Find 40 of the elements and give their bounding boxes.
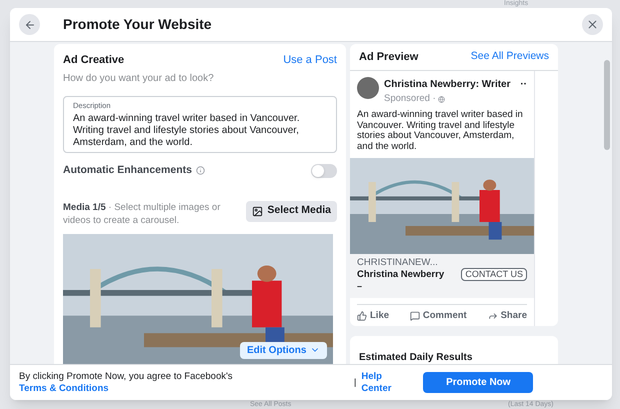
post-text: An award-winning travel writer based in Vancouver. Writing travel and lifestyle stories about Vancouver, Amsterdam, and the world. [356, 110, 524, 152]
link-domain: CHRISTINANEW... [357, 257, 439, 268]
separator: | [354, 376, 356, 389]
help-center-link[interactable]: Help Center [361, 370, 402, 394]
post-author: Christina Newberry: Writer [384, 78, 511, 92]
link-description: – [357, 281, 364, 292]
card-title: Estimated Daily Results [359, 352, 472, 364]
close-button[interactable] [582, 14, 603, 35]
promote-now-button[interactable]: Promote Now [423, 372, 534, 393]
close-icon [586, 18, 599, 31]
post-action-button[interactable]: Share [488, 308, 527, 323]
back-button[interactable] [19, 14, 40, 35]
card-subtitle: How do you want your ad to look? [63, 72, 215, 86]
use-post-link[interactable]: Use a Post [283, 52, 337, 68]
edit-options-button[interactable]: Edit Options [240, 342, 328, 358]
link-title: Christina Newberry [357, 269, 444, 280]
select-media-button[interactable]: Select Media [246, 200, 337, 222]
info-icon [196, 166, 205, 176]
sponsored-label: Sponsored · [384, 92, 436, 106]
terms-link[interactable]: Terms & Conditions [19, 382, 109, 394]
window-title: Promote Your Website [63, 15, 212, 34]
card-title: Ad Creative [63, 53, 124, 68]
share-icon [488, 310, 498, 321]
description-text: An award-winning travel writer based in Vancouver. Writing travel and lifestyle stories about Vancouver, Amsterdam, and the world. [73, 112, 301, 149]
media-hint: Media 1/5 · Select multiple images or videos to create a carousel. [63, 200, 222, 226]
see-all-previews-link[interactable]: See All Previews [470, 49, 549, 65]
avatar [357, 77, 379, 99]
image-icon [252, 206, 264, 216]
back-arrow-icon [24, 18, 36, 30]
setting-label: Automatic Enhancements [63, 162, 192, 178]
thumbs-up-icon [357, 310, 367, 321]
globe-icon [438, 96, 445, 103]
more-menu[interactable]: ·· [520, 77, 527, 92]
contact-us-button[interactable]: CONTACT US [461, 268, 527, 282]
comment-icon [410, 310, 420, 321]
toggle-switch[interactable] [311, 164, 337, 178]
card-title: Ad Preview [359, 50, 418, 65]
post-action-button[interactable]: Like [357, 308, 390, 323]
post-action-button[interactable]: Comment [410, 308, 467, 323]
terms-text: By clicking Promote Now, you agree to Facebook's Terms & Conditions [19, 370, 234, 394]
